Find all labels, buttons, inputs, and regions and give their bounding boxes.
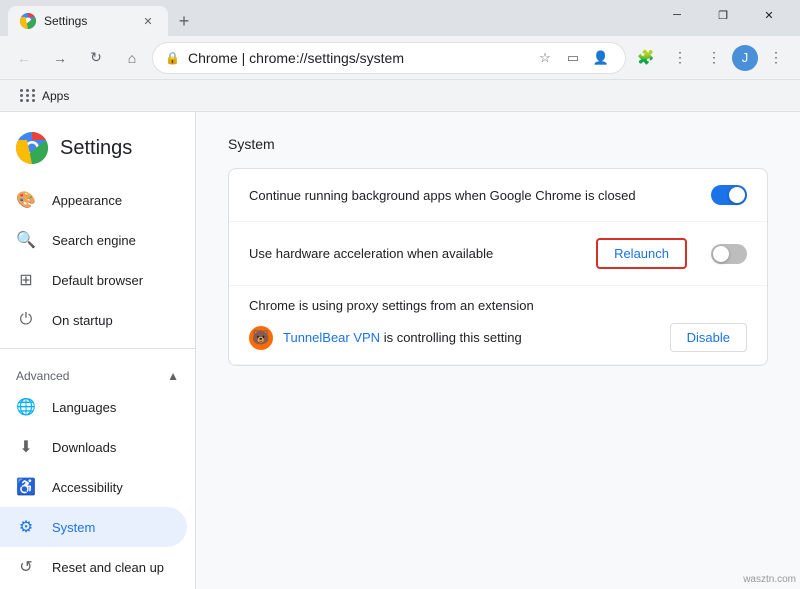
proxy-ext-row: 🐻 TunnelBear VPN is controlling this set… [249, 323, 747, 352]
avatar[interactable]: J [732, 45, 758, 71]
cast-icon[interactable]: ▭ [561, 46, 585, 70]
reload-button[interactable]: ↻ [80, 42, 112, 74]
window-controls: ─ ❐ ✕ [654, 0, 792, 31]
relaunch-button[interactable]: Relaunch [596, 238, 687, 269]
advanced-label: Advanced [16, 369, 69, 383]
back-button[interactable]: ← [8, 42, 40, 74]
overflow-icon[interactable]: ⋮ [760, 42, 792, 74]
main-panel: System Continue running background apps … [196, 112, 800, 589]
tunnelbear-icon: 🐻 [249, 326, 273, 350]
chrome-logo [16, 132, 48, 164]
tunnelbear-link[interactable]: TunnelBear VPN [283, 330, 380, 345]
proxy-row: Chrome is using proxy settings from an e… [229, 286, 767, 365]
downloads-icon: ⬇ [16, 437, 36, 457]
sidebar-item-search-engine[interactable]: 🔍 Search engine [0, 220, 187, 260]
menu-icon[interactable]: ⋮ [664, 42, 696, 74]
address-bar[interactable]: 🔒 Chrome | chrome://settings/system ☆ ▭ … [152, 42, 626, 74]
search-engine-icon: 🔍 [16, 230, 36, 250]
sidebar-item-accessibility[interactable]: ♿ Accessibility [0, 467, 187, 507]
forward-button[interactable]: → [44, 42, 76, 74]
close-button[interactable]: ✕ [746, 0, 792, 31]
search-engine-label: Search engine [52, 233, 136, 248]
restore-button[interactable]: ❐ [700, 0, 746, 31]
appearance-label: Appearance [52, 193, 122, 208]
reset-icon: ↺ [16, 557, 36, 577]
proxy-label: Chrome is using proxy settings from an e… [249, 298, 747, 313]
tab-favicon [20, 13, 36, 29]
hardware-accel-toggle[interactable] [711, 244, 747, 264]
on-startup-label: On startup [52, 313, 113, 328]
sidebar-item-appearance[interactable]: 🎨 Appearance [0, 180, 187, 220]
hardware-accel-label: Use hardware acceleration when available [249, 246, 596, 261]
sidebar-item-downloads[interactable]: ⬇ Downloads [0, 427, 187, 467]
languages-icon: 🌐 [16, 397, 36, 417]
section-title: System [228, 136, 768, 152]
apps-label: Apps [42, 89, 69, 103]
home-button[interactable]: ⌂ [116, 42, 148, 74]
apps-grid-icon [20, 89, 36, 102]
sidebar-item-reset[interactable]: ↺ Reset and clean up [0, 547, 187, 587]
extensions-icon[interactable]: 🧩 [630, 42, 662, 74]
proxy-desc-text: is controlling this setting [380, 330, 522, 345]
toggle-knob-2 [713, 246, 729, 262]
lock-icon: 🔒 [165, 51, 180, 65]
relaunch-wrapper: Relaunch [596, 238, 747, 269]
content-area: Settings 🎨 Appearance 🔍 Search engine ⊞ … [0, 112, 800, 589]
sidebar-item-on-startup[interactable]: ⏻ On startup [0, 300, 187, 340]
browser-window: Settings ✕ + ─ ❐ ✕ ← → ↻ ⌂ 🔒 Chrome | ch… [0, 0, 800, 589]
disable-button[interactable]: Disable [670, 323, 747, 352]
settings-card: Continue running background apps when Go… [228, 168, 768, 366]
proxy-desc: TunnelBear VPN is controlling this setti… [283, 330, 660, 345]
background-apps-toggle[interactable] [711, 185, 747, 205]
apps-button[interactable]: Apps [12, 85, 77, 107]
hardware-accel-text: Use hardware acceleration when available [249, 246, 596, 261]
bookmarks-bar: Apps [0, 80, 800, 112]
advanced-section-header[interactable]: Advanced ▲ [0, 357, 195, 387]
new-tab-button[interactable]: + [172, 9, 196, 33]
background-apps-text: Continue running background apps when Go… [249, 188, 711, 203]
toggle-knob [729, 187, 745, 203]
background-apps-row: Continue running background apps when Go… [229, 169, 767, 222]
accessibility-label: Accessibility [52, 480, 123, 495]
address-icons: ☆ ▭ 👤 [533, 46, 613, 70]
sidebar-item-system[interactable]: ⚙ System [0, 507, 187, 547]
sidebar-item-default-browser[interactable]: ⊞ Default browser [0, 260, 187, 300]
toolbar: ← → ↻ ⌂ 🔒 Chrome | chrome://settings/sys… [0, 36, 800, 80]
settings-title: Settings [60, 137, 132, 160]
languages-label: Languages [52, 400, 116, 415]
profile-icon[interactable]: 👤 [589, 46, 613, 70]
minimize-button[interactable]: ─ [654, 0, 700, 31]
sidebar-item-languages[interactable]: 🌐 Languages [0, 387, 187, 427]
address-text: Chrome | chrome://settings/system [188, 50, 525, 66]
advanced-chevron-icon: ▲ [167, 369, 179, 383]
profiles-icon[interactable]: ⋮ [698, 42, 730, 74]
appearance-icon: 🎨 [16, 190, 36, 210]
bookmark-icon[interactable]: ☆ [533, 46, 557, 70]
system-icon: ⚙ [16, 517, 36, 537]
active-tab[interactable]: Settings ✕ [8, 6, 168, 36]
background-apps-label: Continue running background apps when Go… [249, 188, 711, 203]
default-browser-icon: ⊞ [16, 270, 36, 290]
tab-title: Settings [44, 14, 132, 28]
on-startup-icon: ⏻ [16, 310, 36, 330]
settings-header: Settings [0, 120, 195, 180]
hardware-accel-row: Use hardware acceleration when available… [229, 222, 767, 286]
reset-label: Reset and clean up [52, 560, 164, 575]
default-browser-label: Default browser [52, 273, 143, 288]
accessibility-icon: ♿ [16, 477, 36, 497]
title-bar: Settings ✕ + ─ ❐ ✕ [0, 0, 800, 36]
downloads-label: Downloads [52, 440, 116, 455]
tab-close-button[interactable]: ✕ [140, 13, 156, 29]
divider [0, 348, 195, 349]
toolbar-right: 🧩 ⋮ ⋮ J ⋮ [630, 42, 792, 74]
system-label: System [52, 520, 95, 535]
sidebar: Settings 🎨 Appearance 🔍 Search engine ⊞ … [0, 112, 196, 589]
